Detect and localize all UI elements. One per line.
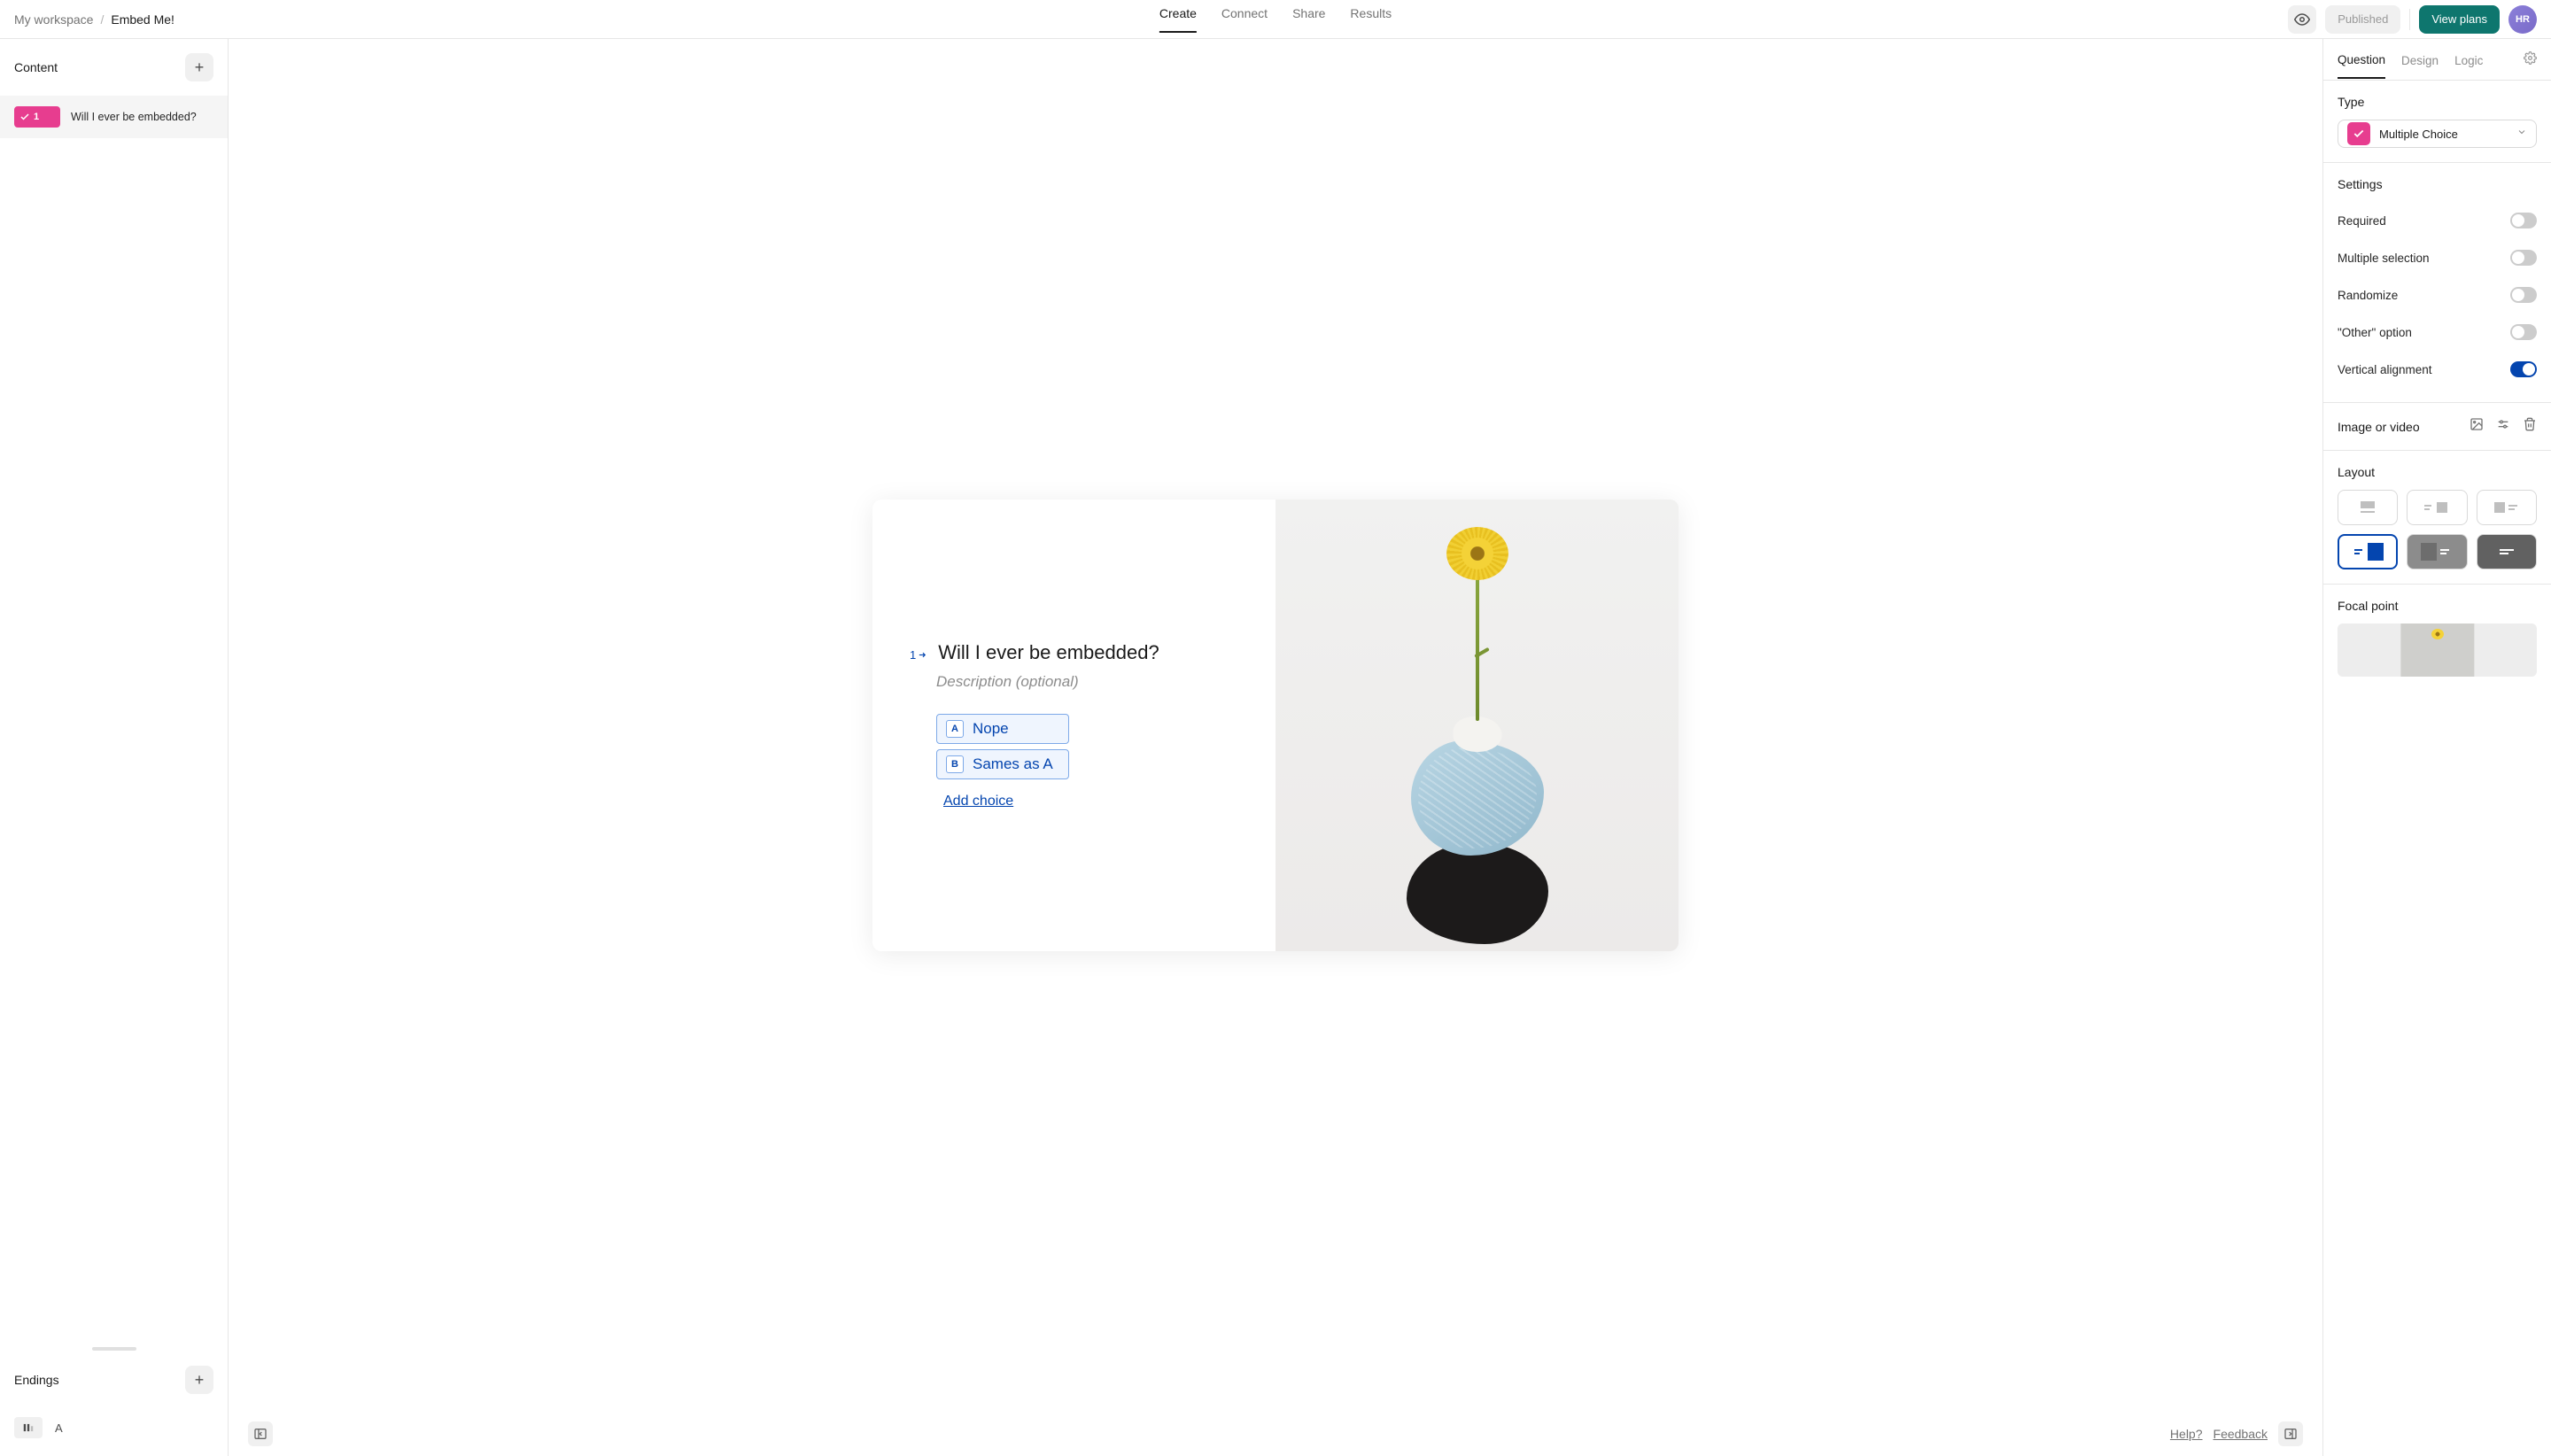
sliders-icon — [2496, 417, 2510, 431]
gear-icon — [2524, 51, 2537, 65]
ending-letter: A — [55, 1421, 63, 1435]
panel-tab-design[interactable]: Design — [2401, 54, 2439, 78]
image-settings-button[interactable] — [2496, 417, 2510, 436]
setting-randomize-label: Randomize — [2338, 289, 2398, 302]
question-title-input[interactable]: Will I ever be embedded? — [938, 641, 1159, 664]
chevron-down-icon — [2516, 126, 2527, 142]
setting-other-label: "Other" option — [2338, 326, 2412, 339]
form-name[interactable]: Embed Me! — [111, 12, 174, 27]
ending-list-item[interactable]: A — [0, 1408, 228, 1456]
choice-text[interactable]: Sames as A — [973, 755, 1053, 773]
layout-option-2[interactable] — [2407, 490, 2467, 525]
view-plans-button[interactable]: View plans — [2419, 5, 2500, 34]
help-link[interactable]: Help? — [2170, 1427, 2203, 1441]
type-heading: Type — [2338, 95, 2537, 109]
avatar[interactable]: HR — [2508, 5, 2537, 34]
feedback-link[interactable]: Feedback — [2214, 1427, 2268, 1441]
trash-icon — [2523, 417, 2537, 431]
choice-text[interactable]: Nope — [973, 720, 1009, 738]
tab-connect[interactable]: Connect — [1221, 6, 1268, 33]
check-icon — [19, 112, 30, 122]
question-label: Will I ever be embedded? — [71, 111, 197, 123]
panel-tab-logic[interactable]: Logic — [2454, 54, 2483, 78]
setting-multiple-label: Multiple selection — [2338, 252, 2430, 265]
image-icon — [2470, 417, 2484, 431]
panel-settings-button[interactable] — [2524, 51, 2537, 80]
image-heading: Image or video — [2338, 420, 2457, 434]
breadcrumb: My workspace / Embed Me! — [14, 12, 174, 27]
question-number: 1 — [910, 648, 927, 662]
panel-tab-question[interactable]: Question — [2338, 53, 2385, 79]
tab-create[interactable]: Create — [1159, 6, 1197, 33]
question-image[interactable] — [1276, 500, 1679, 951]
image-add-button[interactable] — [2470, 417, 2484, 436]
toggle-randomize[interactable] — [2510, 287, 2537, 303]
question-card: 1 Will I ever be embedded? Description (… — [872, 500, 1679, 951]
layout-option-3[interactable] — [2477, 490, 2537, 525]
eye-icon — [2294, 12, 2310, 27]
add-ending-button[interactable]: + — [185, 1366, 213, 1394]
toggle-required[interactable] — [2510, 213, 2537, 228]
question-list-item[interactable]: 1 Will I ever be embedded? — [0, 96, 228, 138]
preview-button[interactable] — [2288, 5, 2316, 34]
toggle-other-option[interactable] — [2510, 324, 2537, 340]
tab-share[interactable]: Share — [1292, 6, 1325, 33]
focal-point-editor[interactable] — [2338, 623, 2537, 677]
publish-button[interactable]: Published — [2325, 5, 2400, 34]
choice-key: B — [946, 755, 964, 773]
question-type-badge: 1 — [14, 106, 60, 128]
type-name: Multiple Choice — [2379, 128, 2508, 141]
choice-option[interactable]: B Sames as A — [936, 749, 1069, 779]
collapse-right-button[interactable] — [2278, 1421, 2303, 1446]
question-type-select[interactable]: Multiple Choice — [2338, 120, 2537, 148]
layout-option-1[interactable] — [2338, 490, 2398, 525]
panel-left-icon — [253, 1427, 268, 1441]
check-square-icon — [2347, 122, 2370, 145]
setting-vertical-label: Vertical alignment — [2338, 363, 2432, 376]
question-description-input[interactable]: Description (optional) — [936, 673, 1238, 691]
setting-required-label: Required — [2338, 214, 2386, 228]
bars-icon — [21, 1421, 35, 1434]
workspace-link[interactable]: My workspace — [14, 12, 93, 27]
settings-heading: Settings — [2338, 177, 2537, 191]
arrow-right-icon — [918, 650, 927, 660]
image-delete-button[interactable] — [2523, 417, 2537, 436]
panel-right-icon — [2283, 1427, 2298, 1441]
focal-heading: Focal point — [2338, 599, 2537, 613]
layout-option-6[interactable] — [2477, 534, 2537, 569]
collapse-left-button[interactable] — [248, 1421, 273, 1446]
add-content-button[interactable]: + — [185, 53, 213, 81]
ending-badge — [14, 1417, 43, 1438]
tab-results[interactable]: Results — [1350, 6, 1392, 33]
choice-option[interactable]: A Nope — [936, 714, 1069, 744]
layout-heading: Layout — [2338, 465, 2537, 479]
endings-heading: Endings — [14, 1373, 59, 1387]
choice-key: A — [946, 720, 964, 738]
content-heading: Content — [14, 60, 58, 74]
layout-option-4[interactable] — [2338, 534, 2398, 569]
toggle-multiple-selection[interactable] — [2510, 250, 2537, 266]
layout-option-5[interactable] — [2407, 534, 2467, 569]
add-choice-button[interactable]: Add choice — [943, 794, 1013, 809]
toggle-vertical-alignment[interactable] — [2510, 361, 2537, 377]
